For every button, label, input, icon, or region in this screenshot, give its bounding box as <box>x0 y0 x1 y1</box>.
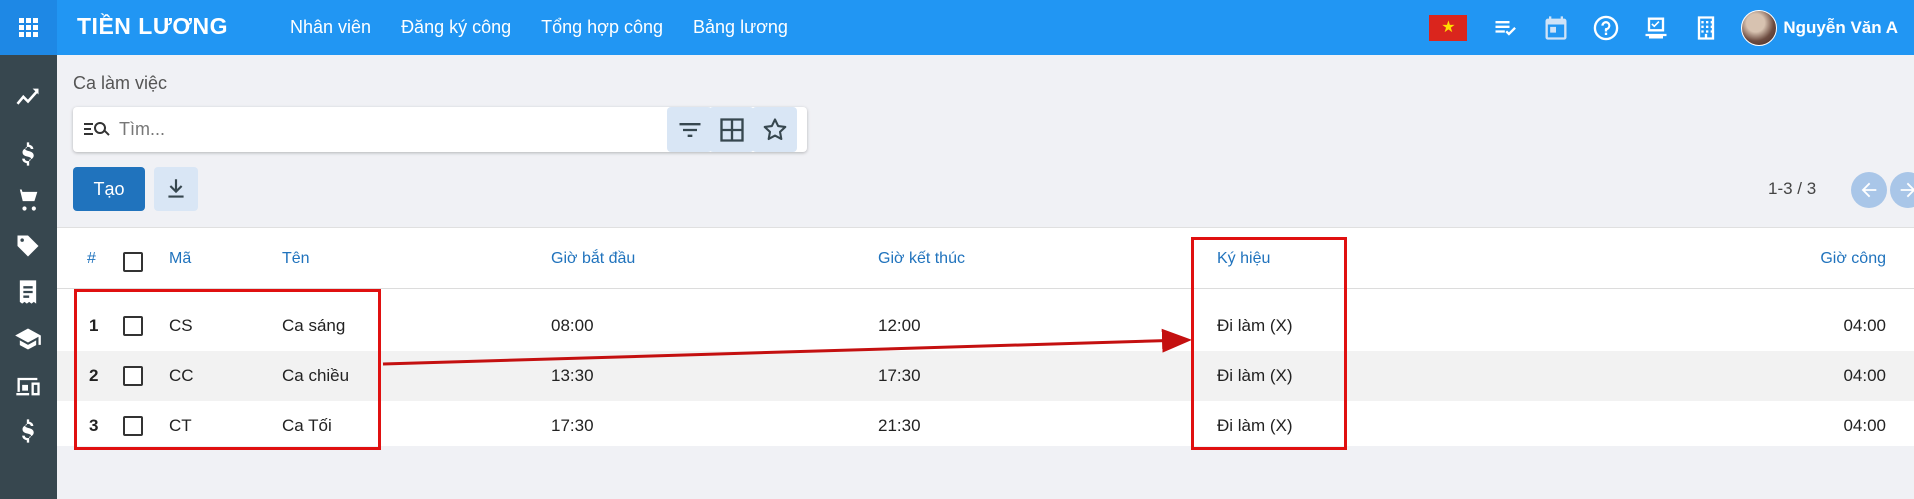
row-code: CT <box>169 416 192 435</box>
row-name: Ca chiều <box>282 366 350 385</box>
list-table: # Mã Tên Giờ bắt đầu Giờ kết thúc Ký hiệ… <box>57 227 1914 446</box>
building-icon[interactable] <box>1691 13 1721 43</box>
dollar-icon-2[interactable] <box>12 415 44 447</box>
row-start: 13:30 <box>551 366 594 385</box>
apps-menu-button[interactable] <box>0 0 57 55</box>
page-background <box>57 446 1914 499</box>
row-symbol: Đi làm (X) <box>1217 416 1293 435</box>
nav-item-timesheet-summary[interactable]: Tổng hợp công <box>541 17 663 38</box>
top-right-tools: ★ Nguyễn Văn A <box>1429 0 1898 55</box>
row-code: CS <box>169 316 193 335</box>
dollar-icon[interactable] <box>12 138 44 170</box>
calendar-icon[interactable] <box>1541 13 1571 43</box>
row-end: 21:30 <box>878 416 921 435</box>
user-name: Nguyễn Văn A <box>1783 17 1898 37</box>
arrow-right-icon <box>1900 182 1914 198</box>
table-row[interactable]: 3 CT Ca Tối 17:30 21:30 Đi làm (X) 04:00 <box>57 401 1914 451</box>
row-hours: 04:00 <box>1843 366 1886 385</box>
row-hours: 04:00 <box>1843 416 1886 435</box>
col-symbol-header[interactable]: Ký hiệu <box>1217 250 1270 268</box>
row-name: Ca sáng <box>282 316 346 335</box>
cart-icon[interactable] <box>12 184 44 216</box>
nav-item-timesheet-register[interactable]: Đăng ký công <box>401 17 511 38</box>
top-nav: Nhân viên Đăng ký công Tổng hợp công Bản… <box>290 0 818 55</box>
row-symbol: Đi làm (X) <box>1217 316 1293 335</box>
row-code: CC <box>169 366 194 385</box>
app-brand[interactable]: TIỀN LƯƠNG <box>77 13 228 40</box>
pager-value[interactable]: 1-3 / 3 <box>1768 179 1816 199</box>
breadcrumb: Ca làm việc <box>73 73 168 93</box>
filter-button[interactable] <box>667 107 712 152</box>
col-code-header[interactable]: Mã <box>169 250 191 268</box>
col-start-header[interactable]: Giờ bắt đầu <box>551 250 635 268</box>
row-index: 1 <box>89 316 99 335</box>
download-button[interactable] <box>154 167 198 211</box>
create-button[interactable]: Tạo <box>73 167 145 211</box>
select-all-checkbox[interactable] <box>123 252 143 272</box>
nav-item-employees[interactable]: Nhân viên <box>290 17 371 38</box>
row-end: 12:00 <box>878 316 921 335</box>
table-row[interactable]: 1 CS Ca sáng 08:00 12:00 Đi làm (X) 04:0… <box>57 301 1914 351</box>
pager-previous-button[interactable] <box>1851 172 1887 208</box>
approval-icon[interactable] <box>1641 13 1671 43</box>
tag-icon[interactable] <box>12 230 44 262</box>
row-hours: 04:00 <box>1843 316 1886 335</box>
row-symbol: Đi làm (X) <box>1217 366 1293 385</box>
row-checkbox[interactable] <box>123 366 143 386</box>
favorites-button[interactable] <box>752 107 797 152</box>
row-name: Ca Tối <box>282 416 332 435</box>
row-checkbox[interactable] <box>123 416 143 436</box>
avatar <box>1741 9 1778 46</box>
group-by-button[interactable] <box>709 107 754 152</box>
top-bar: TIỀN LƯƠNG Nhân viên Đăng ký công Tổng h… <box>0 0 1914 55</box>
col-end-header[interactable]: Giờ kết thúc <box>878 250 965 268</box>
row-index: 3 <box>89 416 99 435</box>
nav-item-payroll[interactable]: Bảng lương <box>693 17 788 38</box>
arrow-left-icon <box>1861 182 1877 198</box>
search-filter-icon <box>84 121 110 136</box>
flag-star: ★ <box>1441 18 1456 36</box>
row-checkbox[interactable] <box>123 316 143 336</box>
search-input[interactable] <box>119 119 739 140</box>
row-index: 2 <box>89 366 99 385</box>
row-end: 17:30 <box>878 366 921 385</box>
pager-next-button[interactable] <box>1890 172 1914 208</box>
download-icon <box>168 179 184 198</box>
table-header: # Mã Tên Giờ bắt đầu Giờ kết thúc Ký hiệ… <box>57 228 1914 289</box>
grid-icon <box>719 117 744 142</box>
apps-grid-icon <box>19 18 38 37</box>
vietnam-flag-icon[interactable]: ★ <box>1429 14 1468 41</box>
row-start: 17:30 <box>551 416 594 435</box>
school-icon[interactable] <box>12 323 44 355</box>
row-start: 08:00 <box>551 316 594 335</box>
filter-icon <box>679 122 700 137</box>
dashboard-trend-icon[interactable] <box>12 82 44 114</box>
table-row[interactable]: 2 CC Ca chiều 13:30 17:30 Đi làm (X) 04:… <box>57 351 1914 401</box>
col-name-header[interactable]: Tên <box>282 250 310 268</box>
receipt-icon[interactable] <box>12 276 44 308</box>
col-hours-header[interactable]: Giờ công <box>1820 250 1886 268</box>
control-panel: Ca làm việc Tạo 1-3 / 3 <box>57 55 1914 227</box>
help-icon[interactable] <box>1591 13 1621 43</box>
col-index-header: # <box>87 250 96 267</box>
devices-icon[interactable] <box>12 370 44 402</box>
task-list-icon[interactable] <box>1491 13 1521 43</box>
star-icon <box>763 117 786 140</box>
sidebar <box>0 55 57 499</box>
user-menu[interactable]: Nguyễn Văn A <box>1741 9 1898 46</box>
